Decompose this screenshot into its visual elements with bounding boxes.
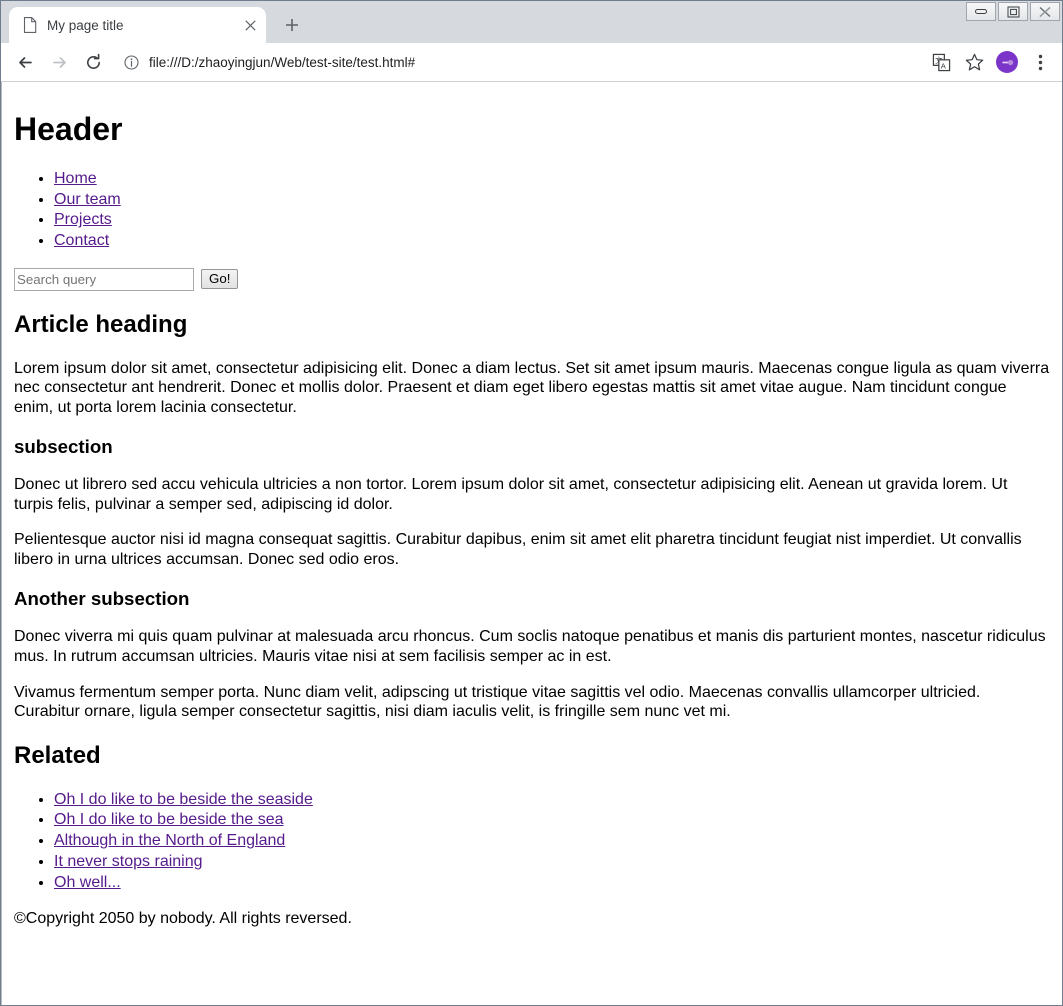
reload-button[interactable] [79, 48, 107, 76]
page-document-icon [22, 17, 38, 33]
plus-icon [286, 19, 298, 31]
list-item: Home [54, 169, 1050, 190]
nav-link-home[interactable]: Home [54, 170, 97, 187]
related-list: Oh I do like to be beside the seaside Oh… [14, 790, 1050, 894]
browser-tab[interactable]: My page title [9, 7, 266, 43]
new-tab-button[interactable] [277, 10, 307, 40]
article-intro-paragraph: Lorem ipsum dolor sit amet, consectetur … [14, 359, 1050, 416]
avatar [996, 51, 1018, 73]
maximize-icon [1007, 6, 1019, 17]
list-item: Our team [54, 190, 1050, 211]
reload-icon [86, 53, 100, 69]
profile-avatar[interactable] [993, 48, 1021, 76]
nav-list: Home Our team Projects Contact [14, 169, 1050, 252]
list-item: Contact [54, 231, 1050, 252]
related-link[interactable]: It never stops raining [54, 853, 203, 870]
section-heading: Another subsection [14, 587, 190, 609]
forward-button[interactable] [45, 48, 73, 76]
maximize-button[interactable] [998, 2, 1028, 21]
page-footer: ©Copyright 2050 by nobody. All rights re… [14, 909, 352, 927]
page-viewport: Header Home Our team Projects Contact Go… [1, 82, 1062, 1005]
search-go-button[interactable]: Go! [201, 269, 239, 290]
site-header: Header [14, 111, 1050, 148]
page-info-icon[interactable] [123, 54, 140, 71]
address-bar[interactable]: file:///D:/zhaoyingjun/Web/test-site/tes… [119, 48, 916, 76]
address-bar-url: file:///D:/zhaoyingjun/Web/test-site/tes… [149, 54, 416, 70]
article-heading: Article heading [14, 310, 188, 338]
arrow-left-icon [18, 56, 32, 68]
related-link[interactable]: Oh I do like to be beside the sea [54, 811, 283, 828]
browser-toolbar: file:///D:/zhaoyingjun/Web/test-site/tes… [1, 43, 1062, 82]
related-link[interactable]: Oh I do like to be beside the seaside [54, 791, 313, 808]
avatar-glyph-icon [999, 54, 1015, 70]
back-button[interactable] [11, 48, 39, 76]
main-content: Article heading Lorem ipsum dolor sit am… [14, 311, 1050, 894]
related-sidebar: Related Oh I do like to be beside the se… [14, 742, 1050, 894]
close-icon [1039, 6, 1051, 17]
nav-link-our-team[interactable]: Our team [54, 191, 121, 208]
minimize-button[interactable] [966, 2, 996, 21]
close-icon[interactable] [240, 15, 260, 35]
section-paragraph: Vivamus fermentum semper porta. Nunc dia… [14, 683, 981, 721]
section-heading: subsection [14, 435, 113, 457]
article-section-subsection: subsection Donec ut librero sed accu veh… [14, 436, 1050, 570]
nav-link-contact[interactable]: Contact [54, 232, 109, 249]
search-input[interactable] [14, 267, 194, 291]
arrow-right-icon [52, 56, 66, 68]
tab-strip: My page title [1, 1, 1062, 43]
bookmark-star-icon[interactable] [960, 48, 988, 76]
list-item: Although in the North of England [54, 831, 1050, 852]
list-item: Oh well... [54, 873, 1050, 894]
window-controls [964, 2, 1060, 21]
section-paragraph: Pelientesque auctor nisi id magna conseq… [14, 531, 1022, 569]
browser-window: My page title file:///D:/zhaoyingjun/Web… [0, 0, 1063, 1006]
list-item: Oh I do like to be beside the sea [54, 810, 1050, 831]
list-item: Oh I do like to be beside the seaside [54, 790, 1050, 811]
close-button[interactable] [1030, 2, 1060, 21]
related-heading: Related [14, 741, 101, 769]
related-link[interactable]: Oh well... [54, 874, 121, 891]
site-nav: Home Our team Projects Contact Go! [14, 169, 1050, 291]
search-form: Go! [14, 267, 1050, 291]
page-body: Header Home Our team Projects Contact Go… [2, 82, 1062, 952]
tab-title: My page title [47, 17, 124, 33]
article-section-another-subsection: Another subsection Donec viverra mi quis… [14, 588, 1050, 722]
related-link[interactable]: Although in the North of England [54, 832, 285, 849]
section-paragraph: Donec viverra mi quis quam pulvinar at m… [14, 628, 1046, 665]
article: Article heading Lorem ipsum dolor sit am… [14, 311, 1050, 722]
translate-icon[interactable]: 文 A [927, 48, 955, 76]
list-item: Projects [54, 210, 1050, 231]
minimize-icon [975, 9, 987, 14]
page-title: Header [14, 111, 123, 147]
three-dot-menu-icon[interactable] [1026, 48, 1054, 76]
nav-link-projects[interactable]: Projects [54, 211, 112, 228]
section-paragraph: Donec ut librero sed accu vehicula ultri… [14, 476, 1008, 513]
list-item: It never stops raining [54, 852, 1050, 873]
